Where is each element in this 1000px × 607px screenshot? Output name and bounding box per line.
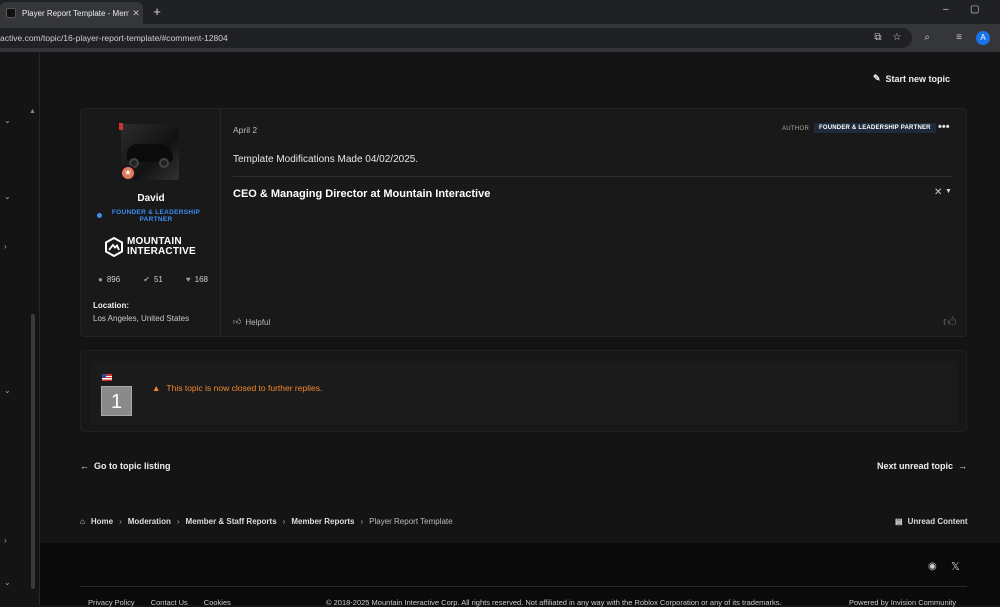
- tab-title: Player Report Template - Mem: [22, 8, 129, 18]
- url-field[interactable]: active.com/topic/16-player-report-templa…: [0, 28, 912, 48]
- group-badge: FOUNDER & LEADERSHIP PARTNER: [814, 123, 936, 133]
- privacy-policy-link[interactable]: Privacy Policy: [88, 598, 135, 607]
- topic-closed-message: ▲ This topic is now closed to further re…: [152, 383, 322, 393]
- post-content: Template Modifications Made 04/02/2025.: [233, 154, 419, 165]
- go-to-topic-listing-link[interactable]: ← Go to topic listing: [80, 461, 171, 471]
- unread-content-link[interactable]: ▤ Unread Content: [895, 517, 968, 526]
- chevron-down-icon[interactable]: ▼: [945, 188, 952, 195]
- comment-icon: ●: [98, 275, 103, 284]
- contact-us-link[interactable]: Contact Us: [151, 598, 188, 607]
- chevron-down-icon[interactable]: ⌄: [4, 116, 11, 125]
- author-badge: AUTHOR: [782, 126, 810, 132]
- breadcrumb-member-reports[interactable]: Member Reports: [291, 517, 354, 526]
- footer-links: Privacy Policy Contact Us Cookies: [88, 598, 231, 607]
- chevron-down-icon[interactable]: ⌄: [4, 578, 11, 587]
- us-flag-icon: [102, 374, 112, 381]
- thumbs-up-icon: 👍︎: [233, 317, 242, 326]
- reputation-count: 168: [194, 275, 208, 284]
- go-to-topic-listing-label: Go to topic listing: [94, 461, 171, 471]
- mountain-logo-icon: [105, 237, 123, 257]
- author-group: FOUNDER & LEADERSHIP PARTNER: [111, 209, 201, 223]
- chevron-right-icon[interactable]: ›: [4, 536, 7, 545]
- warning-icon: ▲: [152, 383, 161, 393]
- topic-closed-text: This topic is now closed to further repl…: [166, 383, 323, 393]
- next-unread-topic-link[interactable]: Next unread topic →: [877, 461, 967, 471]
- cookies-link[interactable]: Cookies: [204, 598, 231, 607]
- post-date[interactable]: April 2: [233, 125, 257, 135]
- reading-list-icon[interactable]: ≡: [953, 32, 965, 43]
- scrollbar-thumb[interactable]: [31, 314, 35, 589]
- mountain-interactive-logo: MOUNTAIN INTERACTIVE: [105, 235, 200, 259]
- breadcrumb: ⌂ Home › Moderation › Member & Staff Rep…: [80, 517, 453, 526]
- heart-icon: ♥: [185, 275, 191, 284]
- copyright-text: © 2018-2025 Mountain Interactive Corp. A…: [326, 598, 782, 607]
- discord-icon[interactable]: ◉: [928, 561, 937, 572]
- post-options-menu-icon[interactable]: •••: [938, 121, 950, 133]
- url-text: active.com/topic/16-player-report-templa…: [0, 33, 228, 43]
- online-status-icon: [97, 213, 102, 218]
- install-app-icon[interactable]: ⧉: [872, 32, 884, 43]
- author-stats: ● 896 ✔ 51 ♥ 168: [98, 275, 208, 284]
- user-number-avatar: 1: [101, 386, 132, 416]
- logo-line2: INTERACTIVE: [127, 246, 196, 257]
- chevron-right-icon[interactable]: ›: [4, 242, 7, 251]
- start-new-topic-label: Start new topic: [885, 73, 951, 84]
- profile-avatar[interactable]: A: [976, 31, 990, 45]
- solution-count: 51: [153, 275, 163, 284]
- scroll-up-icon[interactable]: ▲: [29, 108, 36, 115]
- new-tab-button[interactable]: +: [150, 4, 164, 19]
- breadcrumb-moderation[interactable]: Moderation: [128, 517, 171, 526]
- chevron-right-icon: ›: [176, 517, 180, 526]
- signature-text: CEO & Managing Director at Mountain Inte…: [233, 188, 491, 200]
- breadcrumb-member-staff-reports[interactable]: Member & Staff Reports: [186, 517, 277, 526]
- flag-icon: [119, 123, 123, 130]
- chevron-down-icon[interactable]: ⌄: [4, 192, 11, 201]
- browser-tab-bar: Player Report Template - Mem ✕ + – ▢: [0, 0, 1000, 24]
- start-new-topic-button[interactable]: ✎ Start new topic: [873, 73, 950, 84]
- author-panel: ★ David FOUNDER & LEADERSHIP PARTNER MOU…: [81, 109, 221, 336]
- next-unread-topic-label: Next unread topic: [877, 461, 954, 471]
- browser-tab[interactable]: Player Report Template - Mem ✕: [0, 2, 143, 24]
- minimize-icon[interactable]: –: [943, 4, 949, 15]
- arrow-right-icon: →: [958, 461, 968, 471]
- topic-closed-inner: [91, 361, 957, 425]
- chevron-right-icon: ›: [282, 517, 286, 526]
- document-icon: ▤: [895, 517, 903, 526]
- react-like-icon[interactable]: 👍︎: [943, 314, 957, 330]
- footer: [40, 543, 1000, 605]
- helpful-button[interactable]: 👍︎ Helpful: [233, 317, 270, 327]
- favicon-icon: [6, 8, 16, 18]
- breadcrumb-current: Player Report Template: [369, 517, 453, 526]
- rank-badge-icon: ★: [120, 165, 136, 181]
- signature-divider: [233, 176, 953, 177]
- location-label: Location:: [93, 301, 129, 310]
- footer-divider: [80, 586, 967, 587]
- chevron-right-icon: ›: [119, 517, 122, 526]
- check-icon: ✔: [143, 275, 150, 284]
- tab-close-icon[interactable]: ✕: [129, 8, 143, 19]
- maximize-icon[interactable]: ▢: [970, 4, 979, 15]
- x-twitter-icon[interactable]: 𝕏: [951, 560, 960, 573]
- arrow-left-icon: ←: [80, 461, 89, 471]
- powered-by-link[interactable]: Powered by Invision Community: [849, 598, 956, 607]
- location-value: Los Angeles, United States: [93, 314, 190, 323]
- breadcrumb-home[interactable]: Home: [91, 517, 113, 526]
- author-name[interactable]: David: [81, 193, 221, 204]
- helpful-label: Helpful: [245, 317, 271, 327]
- close-signature-icon[interactable]: ✕: [934, 187, 942, 198]
- unread-content-label: Unread Content: [907, 517, 968, 526]
- chevron-right-icon: ›: [360, 517, 364, 526]
- chevron-down-icon[interactable]: ⌄: [4, 386, 11, 395]
- compose-icon: ✎: [873, 73, 881, 83]
- post-card: ★ David FOUNDER & LEADERSHIP PARTNER MOU…: [80, 108, 967, 337]
- avatar-wheel-shape: [159, 158, 169, 168]
- home-icon: ⌂: [80, 517, 85, 526]
- sidebar-search-icon[interactable]: ⌕: [921, 32, 933, 43]
- bookmark-star-icon[interactable]: ☆: [891, 32, 903, 43]
- post-count: 896: [106, 275, 121, 284]
